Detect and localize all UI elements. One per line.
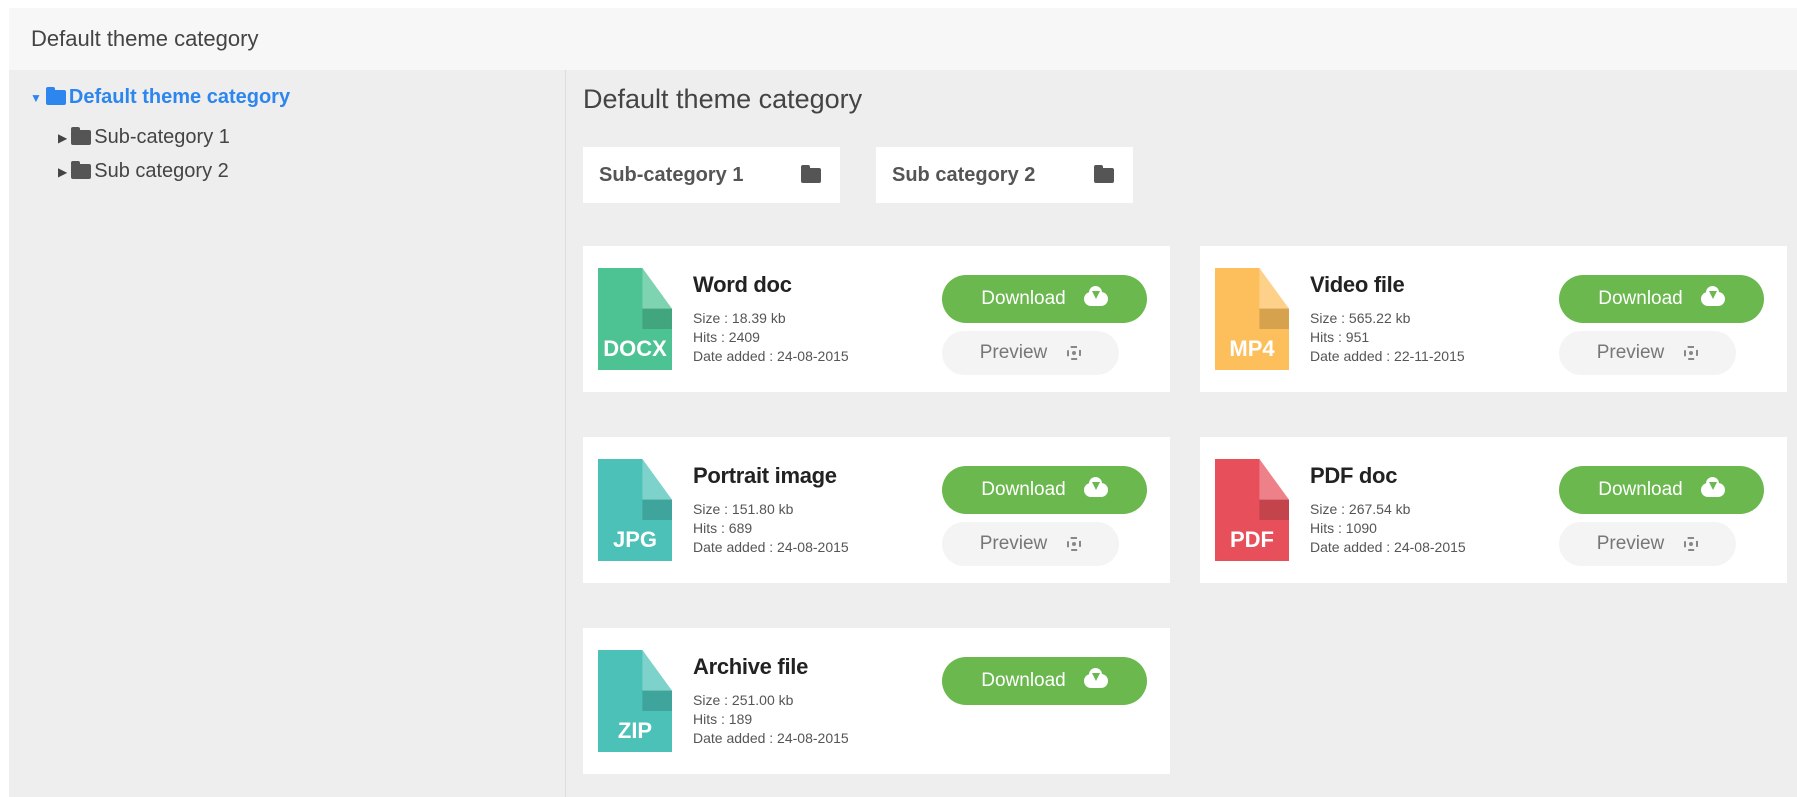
tree-item-label: Sub category 2 (94, 160, 229, 182)
file-ext-label: MP4 (1229, 336, 1275, 361)
folder-icon (45, 87, 66, 105)
download-button[interactable]: Download (1559, 275, 1764, 323)
file-card-pdf-doc: PDF PDF doc Size : 267.54 kb Hits : 1090… (1200, 437, 1787, 583)
preview-label: Preview (1596, 342, 1665, 363)
preview-button[interactable]: Preview (1559, 331, 1736, 375)
file-hits: Hits : 1090 (1310, 520, 1377, 536)
tree-item-sub-category-2[interactable]: ▶ Sub category 2 (58, 160, 229, 183)
subcategory-label: Sub-category 1 (599, 163, 744, 186)
file-date: Date added : 24-08-2015 (693, 348, 849, 364)
caret-right-icon[interactable]: ▶ (58, 165, 67, 179)
file-date: Date added : 22-11-2015 (1310, 348, 1465, 364)
file-card-word-doc: DOCX Word doc Size : 18.39 kb Hits : 240… (583, 246, 1170, 392)
tree-item-root[interactable]: ▼ Default theme category (30, 86, 290, 109)
preview-icon (1067, 346, 1082, 360)
cloud-download-icon (1700, 477, 1725, 497)
file-ext-label: JPG (612, 527, 658, 552)
file-date: Date added : 24-08-2015 (693, 730, 849, 746)
cloud-download-icon (1083, 668, 1108, 688)
download-label: Download (981, 670, 1066, 691)
header-title: Default theme category (31, 26, 259, 51)
file-size: Size : 267.54 kb (1310, 501, 1411, 517)
file-ext-label: DOCX (603, 336, 667, 361)
download-label: Download (1598, 288, 1683, 309)
file-title: Video file (1310, 272, 1405, 297)
file-hits: Hits : 951 (1310, 329, 1370, 345)
file-hits: Hits : 189 (693, 711, 753, 727)
preview-icon (1684, 537, 1699, 551)
tree-item-label: Default theme category (68, 86, 291, 108)
caret-down-icon[interactable]: ▼ (30, 91, 42, 105)
file-ext-label: PDF (1230, 527, 1274, 552)
folder-icon (1094, 164, 1114, 183)
file-card-video-file: MP4 Video file Size : 565.22 kb Hits : 9… (1200, 246, 1787, 392)
file-date: Date added : 24-08-2015 (1310, 539, 1466, 555)
download-button[interactable]: Download (942, 275, 1147, 323)
subcategory-tile-1[interactable]: Sub-category 1 (583, 147, 840, 203)
file-date: Date added : 24-08-2015 (693, 539, 849, 555)
preview-button[interactable]: Preview (942, 331, 1119, 375)
page-title: Default theme category (583, 84, 863, 114)
preview-label: Preview (979, 342, 1048, 363)
file-title: Archive file (693, 654, 809, 679)
jpg-file-icon: JPG (598, 459, 672, 561)
file-size: Size : 151.80 kb (693, 501, 794, 517)
subcategory-tile-2[interactable]: Sub category 2 (876, 147, 1133, 203)
cloud-download-icon (1083, 286, 1108, 306)
file-ext-label: ZIP (617, 718, 653, 743)
page-header: Default theme category (9, 8, 1797, 70)
download-button[interactable]: Download (942, 466, 1147, 514)
cloud-download-icon (1083, 477, 1108, 497)
download-label: Download (1598, 479, 1683, 500)
zip-file-icon: ZIP (598, 650, 672, 752)
file-hits: Hits : 689 (693, 520, 753, 536)
pdf-file-icon: PDF (1215, 459, 1289, 561)
preview-icon (1684, 346, 1699, 360)
folder-icon (801, 164, 821, 183)
file-size: Size : 565.22 kb (1310, 310, 1411, 326)
subcategory-label: Sub category 2 (892, 163, 1036, 186)
preview-label: Preview (1596, 533, 1665, 554)
file-title: Portrait image (693, 463, 837, 488)
folder-icon (71, 127, 92, 145)
file-size: Size : 251.00 kb (693, 692, 794, 708)
mp4-file-icon: MP4 (1215, 268, 1289, 370)
download-button[interactable]: Download (1559, 466, 1764, 514)
file-card-portrait-image: JPG Portrait image Size : 151.80 kb Hits… (583, 437, 1170, 583)
download-label: Download (981, 479, 1066, 500)
file-title: Word doc (693, 272, 792, 297)
preview-label: Preview (979, 533, 1048, 554)
file-title: PDF doc (1310, 463, 1398, 488)
cloud-download-icon (1700, 286, 1725, 306)
preview-button[interactable]: Preview (942, 522, 1119, 566)
download-label: Download (981, 288, 1066, 309)
tree-item-sub-category-1[interactable]: ▶ Sub-category 1 (58, 126, 230, 149)
file-hits: Hits : 2409 (693, 329, 760, 345)
preview-button[interactable]: Preview (1559, 522, 1736, 566)
preview-icon (1067, 537, 1082, 551)
download-button[interactable]: Download (942, 657, 1147, 705)
file-size: Size : 18.39 kb (693, 310, 786, 326)
caret-right-icon[interactable]: ▶ (58, 131, 67, 145)
docx-file-icon: DOCX (598, 268, 672, 370)
file-card-archive-file: ZIP Archive file Size : 251.00 kb Hits :… (583, 628, 1170, 774)
folder-icon (71, 161, 92, 179)
tree-item-label: Sub-category 1 (94, 126, 230, 148)
